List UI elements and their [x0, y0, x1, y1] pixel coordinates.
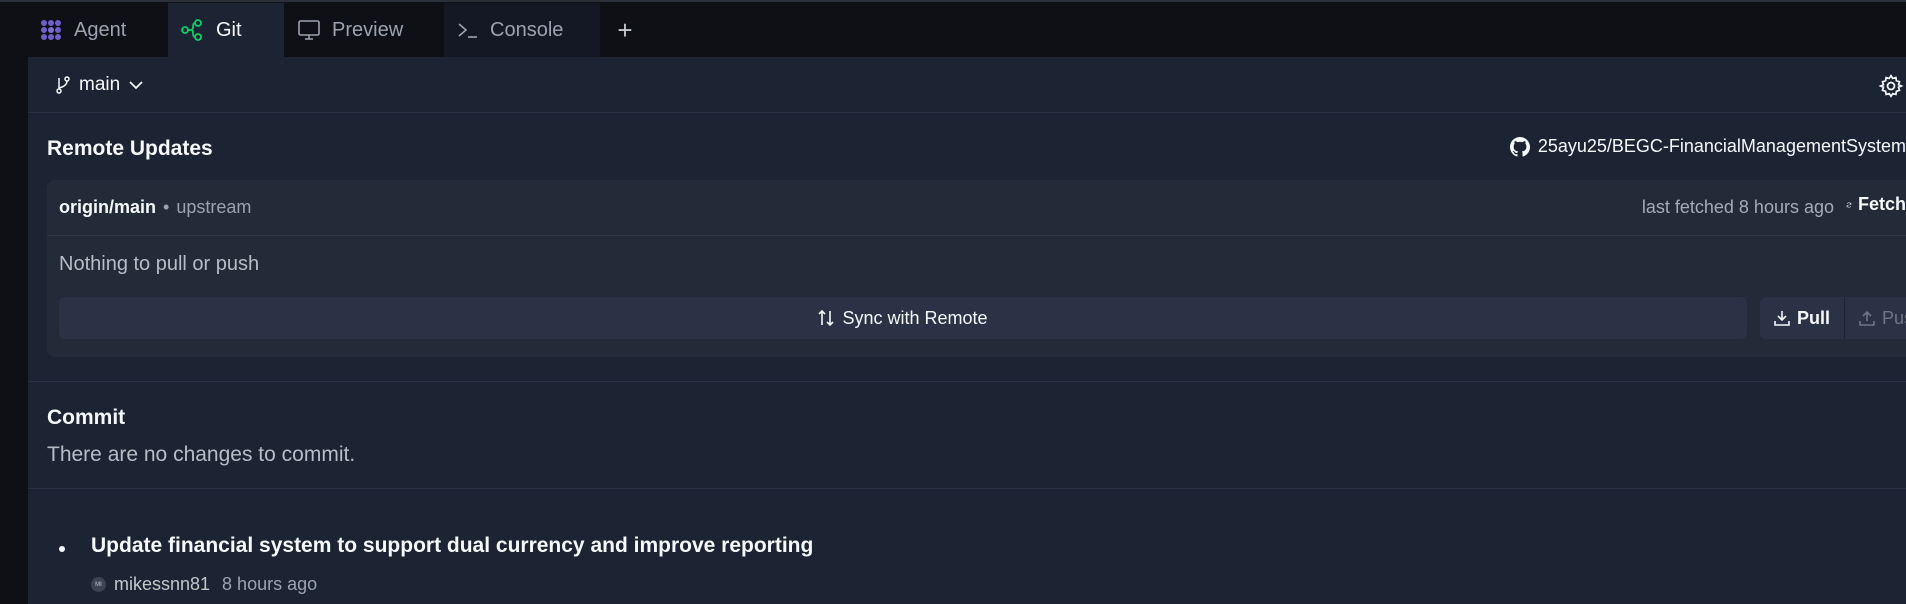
pull-button[interactable]: Pull — [1760, 297, 1846, 339]
separator-dot: • — [163, 197, 170, 217]
commit-bullet — [59, 546, 65, 552]
no-changes-text: There are no changes to commit. — [47, 443, 356, 466]
remote-card-header: origin/main • upstream last fetched 8 ho… — [47, 180, 1906, 236]
section-divider — [28, 488, 1906, 489]
upload-icon — [1859, 310, 1875, 326]
branch-selector[interactable]: main — [55, 74, 144, 96]
tab-git[interactable]: Git — [168, 3, 284, 57]
remote-branch-name: origin/main — [59, 197, 157, 217]
commit-meta: MI mikessnn81 8 hours ago — [91, 574, 317, 595]
new-tab-button[interactable]: + — [600, 3, 650, 57]
sync-label: Sync with Remote — [842, 307, 988, 328]
refresh-icon — [1846, 202, 1852, 207]
tab-preview[interactable]: Preview — [284, 3, 444, 57]
commit-message[interactable]: Update financial system to support dual … — [91, 534, 813, 558]
upstream-label: upstream — [176, 197, 252, 217]
agent-icon — [41, 20, 61, 40]
git-branch-icon — [181, 19, 202, 41]
repo-link[interactable]: 25ayu25/BEGC-FinancialManagementSystem — [1509, 136, 1906, 157]
tab-preview-label: Preview — [332, 18, 404, 41]
commit-title: Commit — [47, 406, 126, 429]
window-top-border — [0, 0, 1906, 2]
download-icon — [1774, 311, 1790, 326]
repo-name: 25ayu25/BEGC-FinancialManagementSystem — [1537, 136, 1906, 156]
plus-icon: + — [617, 14, 633, 45]
workspace-left-edge — [0, 0, 28, 604]
pull-label: Pull — [1797, 307, 1831, 328]
push-label: Push — [1882, 307, 1906, 328]
sync-with-remote-button[interactable]: Sync with Remote — [59, 297, 1747, 339]
commit-author: mikessnn81 — [114, 574, 211, 594]
tab-agent-label: Agent — [74, 18, 127, 41]
tab-git-label: Git — [216, 18, 242, 41]
monitor-icon — [298, 20, 320, 40]
tab-agent[interactable]: Agent — [28, 3, 168, 57]
section-divider — [28, 381, 1906, 382]
push-button[interactable]: Push — [1845, 297, 1906, 339]
tab-bar: Agent Git Preview Console + — [28, 3, 1906, 57]
branch-bar: main — [28, 57, 1906, 113]
branch-name: main — [79, 73, 121, 95]
remote-updates-title: Remote Updates — [47, 137, 213, 160]
last-fetched-text: last fetched 8 hours ago — [1641, 197, 1834, 217]
branch-icon — [56, 75, 70, 94]
fetch-button[interactable]: Fetch — [1846, 194, 1906, 215]
git-pane: Agent Git Preview Console + main Remote … — [28, 3, 1906, 604]
fetch-label: Fetch — [1857, 194, 1906, 214]
chevron-down-icon — [129, 80, 143, 89]
terminal-icon — [458, 23, 477, 38]
github-icon — [1509, 136, 1530, 157]
tab-console[interactable]: Console — [444, 3, 600, 57]
sync-arrows-icon — [818, 309, 835, 327]
pull-push-group: Pull Push — [1760, 297, 1906, 339]
commit-time: 8 hours ago — [222, 574, 318, 594]
sync-status-text: Nothing to pull or push — [59, 253, 260, 275]
remote-card: origin/main • upstream last fetched 8 ho… — [47, 180, 1906, 357]
avatar: MI — [91, 577, 106, 592]
git-panel: main Remote Updates 25ayu25/BEGC-Financi… — [28, 57, 1906, 604]
tab-console-label: Console — [490, 18, 564, 41]
gear-icon[interactable] — [1878, 73, 1904, 99]
